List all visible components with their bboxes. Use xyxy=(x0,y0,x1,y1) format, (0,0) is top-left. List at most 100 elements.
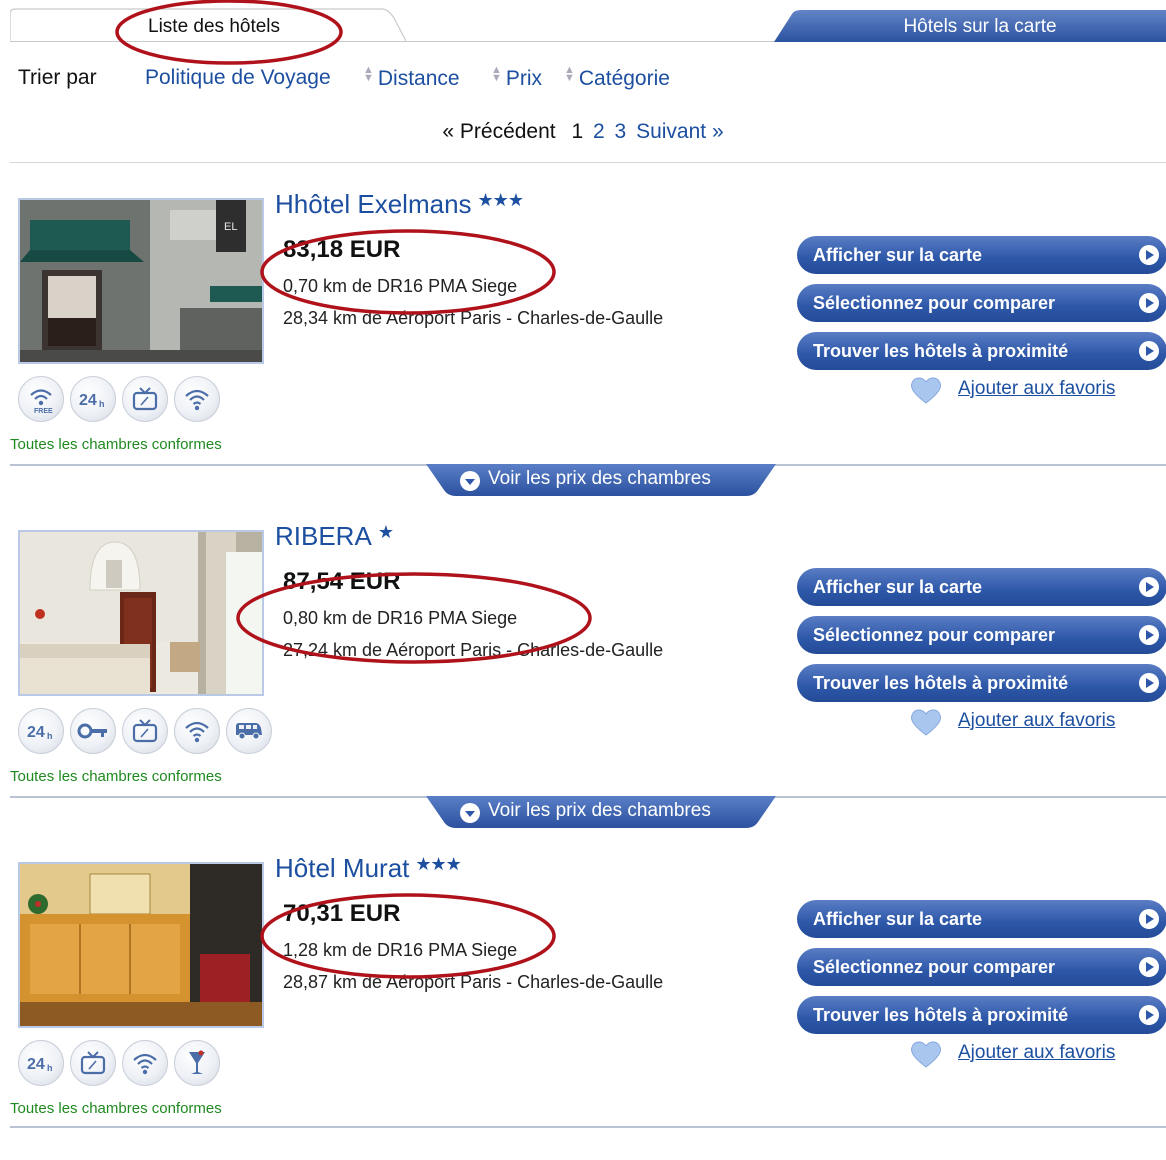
svg-text:24: 24 xyxy=(27,724,45,741)
card-divider xyxy=(10,1126,1166,1128)
hotel-photo[interactable] xyxy=(18,530,264,696)
bar-icon xyxy=(174,1040,220,1086)
hotel-stars: ★★★ xyxy=(477,190,524,210)
add-favorite-link[interactable]: Ajouter aux favoris xyxy=(910,706,1166,736)
wifi-icon xyxy=(174,708,220,754)
hotel-name[interactable]: Hôtel Murat ★★★ xyxy=(275,853,462,884)
sort-category[interactable]: ▲ ▼ Catégorie xyxy=(564,64,670,91)
hotel-photo[interactable] xyxy=(18,862,264,1028)
tab-hotel-map-label: Hôtels sur la carte xyxy=(903,16,1057,37)
find-nearby-button[interactable]: Trouver les hôtels à proximité xyxy=(797,664,1166,702)
pagination: « Précédent 1 2 3 Suivant » xyxy=(0,120,1166,144)
hotel-distance-office: 0,70 km de DR16 PMA Siege xyxy=(283,276,518,296)
chevron-down-icon xyxy=(460,471,480,491)
wifi-free-icon: FREE xyxy=(18,376,64,422)
hotel-distance-airport: 28,34 km de Aéroport Paris - Charles-de-… xyxy=(283,308,664,328)
add-favorite-link[interactable]: Ajouter aux favoris xyxy=(910,374,1166,404)
svg-text:h: h xyxy=(47,1063,53,1073)
tv-icon xyxy=(122,708,168,754)
show-on-map-button[interactable]: Afficher sur la carte xyxy=(797,568,1166,606)
sort-arrows-icon: ▲ ▼ xyxy=(564,64,575,84)
tab-bar: Liste des hôtels Hôtels sur la carte xyxy=(0,0,1166,65)
heart-icon xyxy=(911,377,941,404)
hotel-name-text: RIBERA xyxy=(275,521,372,551)
arrow-right-icon xyxy=(1139,293,1159,313)
heart-icon xyxy=(911,709,941,736)
pagination-prev: « Précédent xyxy=(442,120,556,143)
chevron-down-icon xyxy=(460,803,480,823)
sort-bar: Trier par Politique de Voyage ▲ ▼ Distance… xyxy=(18,64,818,94)
sort-distance[interactable]: ▲ ▼ Distance xyxy=(363,64,460,91)
tab-hotel-map[interactable]: Hôtels sur la carte xyxy=(774,10,1166,42)
show-on-map-label: Afficher sur la carte xyxy=(813,909,983,929)
svg-text:24: 24 xyxy=(27,1056,45,1073)
pagination-page-3[interactable]: 3 xyxy=(615,120,627,143)
24h-icon: 24 h xyxy=(18,708,64,754)
sort-category-label: Catégorie xyxy=(578,67,670,90)
room-prices-bar: Voir les prix des chambres xyxy=(10,464,1166,498)
svg-text:24: 24 xyxy=(79,392,97,409)
show-on-map-label: Afficher sur la carte xyxy=(813,245,983,265)
hotel-price: 83,18 EUR xyxy=(283,236,401,263)
compliance-note: Toutes les chambres conformes xyxy=(10,1100,222,1117)
compliance-note: Toutes les chambres conformes xyxy=(10,436,222,453)
svg-text:EL: EL xyxy=(224,221,237,233)
view-room-prices-button[interactable]: Voir les prix des chambres xyxy=(426,464,776,496)
find-nearby-label: Trouver les hôtels à proximité xyxy=(813,673,1069,693)
tv-icon xyxy=(122,376,168,422)
hotel-name[interactable]: RIBERA ★ xyxy=(275,521,394,552)
hotel-name[interactable]: Hhôtel Exelmans ★★★ xyxy=(275,189,524,220)
sort-policy[interactable]: Politique de Voyage xyxy=(145,66,331,90)
add-favorite-label: Ajouter aux favoris xyxy=(958,378,1116,399)
hotel-price: 70,31 EUR xyxy=(283,900,401,927)
hotel-distance-office: 1,28 km de DR16 PMA Siege xyxy=(283,940,518,960)
compare-button[interactable]: Sélectionnez pour comparer xyxy=(797,284,1166,322)
compliance-note: Toutes les chambres conformes xyxy=(10,768,222,785)
compare-label: Sélectionnez pour comparer xyxy=(813,625,1056,645)
hotel-distance-airport: 28,87 km de Aéroport Paris - Charles-de-… xyxy=(283,972,664,992)
sort-price-label: Prix xyxy=(505,67,543,90)
tab-hotel-list-label: Liste des hôtels xyxy=(148,16,281,37)
add-favorite-label: Ajouter aux favoris xyxy=(958,1042,1116,1063)
pagination-next[interactable]: Suivant » xyxy=(636,120,724,143)
arrow-right-icon xyxy=(1139,1005,1159,1025)
compare-button[interactable]: Sélectionnez pour comparer xyxy=(797,948,1166,986)
tab-hotel-list[interactable]: Liste des hôtels xyxy=(10,8,406,42)
arrow-right-icon xyxy=(1139,245,1159,265)
compare-label: Sélectionnez pour comparer xyxy=(813,293,1056,313)
view-room-prices-button[interactable]: Voir les prix des chambres xyxy=(426,796,776,828)
sort-price[interactable]: ▲ ▼ Prix xyxy=(491,64,543,91)
view-room-prices-label: Voir les prix des chambres xyxy=(488,468,711,489)
add-favorite-label: Ajouter aux favoris xyxy=(958,710,1116,731)
hotel-stars: ★★★ xyxy=(415,854,461,874)
find-nearby-label: Trouver les hôtels à proximité xyxy=(813,341,1069,361)
find-nearby-label: Trouver les hôtels à proximité xyxy=(813,1005,1069,1025)
arrow-right-icon xyxy=(1139,909,1159,929)
heart-icon xyxy=(911,1041,941,1068)
svg-text:h: h xyxy=(47,731,53,741)
24h-icon: 24 h xyxy=(18,1040,64,1086)
show-on-map-button[interactable]: Afficher sur la carte xyxy=(797,236,1166,274)
sort-arrows-icon: ▲ ▼ xyxy=(491,64,502,84)
show-on-map-label: Afficher sur la carte xyxy=(813,577,983,597)
hotel-distance-office: 0,80 km de DR16 PMA Siege xyxy=(283,608,518,628)
sort-arrows-icon: ▲ ▼ xyxy=(363,64,374,84)
hotel-photo[interactable]: EL xyxy=(18,198,264,364)
hotel-name-text: Hhôtel Exelmans xyxy=(275,189,472,219)
hotel-distance-airport: 27,24 km de Aéroport Paris - Charles-de-… xyxy=(283,640,664,660)
compare-button[interactable]: Sélectionnez pour comparer xyxy=(797,616,1166,654)
add-favorite-link[interactable]: Ajouter aux favoris xyxy=(910,1038,1166,1068)
wifi-icon xyxy=(122,1040,168,1086)
find-nearby-button[interactable]: Trouver les hôtels à proximité xyxy=(797,332,1166,370)
hotel-card: RIBERA ★ 87,54 EUR 0,80 km de DR16 PMA Si… xyxy=(0,496,1166,828)
svg-text:FREE: FREE xyxy=(34,408,53,414)
24h-icon: 24 h xyxy=(70,376,116,422)
find-nearby-button[interactable]: Trouver les hôtels à proximité xyxy=(797,996,1166,1034)
show-on-map-button[interactable]: Afficher sur la carte xyxy=(797,900,1166,938)
hotel-card: EL Hhôtel Exelmans ★★★ 83,18 EUR 0,70 km … xyxy=(0,164,1166,496)
wifi-icon xyxy=(174,376,220,422)
arrow-right-icon xyxy=(1139,341,1159,361)
hotel-price: 87,54 EUR xyxy=(283,568,401,595)
sort-label: Trier par xyxy=(18,66,97,89)
pagination-page-2[interactable]: 2 xyxy=(593,120,605,143)
